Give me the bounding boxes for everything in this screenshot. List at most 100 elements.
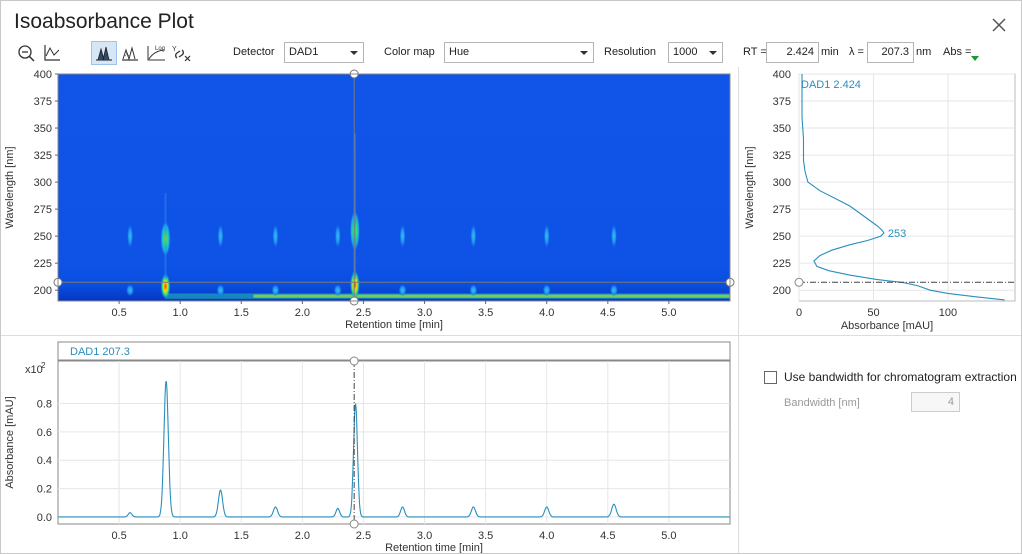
y-tick-label: 0.6 — [37, 427, 52, 439]
minor-peak-streak — [333, 284, 342, 297]
spectrum-plot[interactable]: 0 50 100 200 225 250 275 300 325 350 375 400 253 DAD1… — [739, 67, 1021, 335]
baseline-band — [253, 294, 730, 298]
rt-cursor-handle — [349, 519, 359, 529]
chevron-down-icon — [350, 51, 358, 55]
peaks-outline-icon[interactable] — [117, 41, 143, 65]
x-tick-label: 1.5 — [234, 307, 249, 319]
y-tick-label: 0.2 — [37, 484, 52, 496]
bandwidth-checkbox[interactable] — [764, 370, 777, 384]
resolution-select[interactable]: 1000 — [668, 42, 723, 63]
colormap-select[interactable]: Hue — [444, 42, 594, 63]
x-tick-label: 1.5 — [234, 530, 249, 542]
minor-peak-streak — [334, 224, 341, 249]
series-label: DAD1 2.424 — [801, 79, 861, 91]
x-tick-label: 1.0 — [173, 530, 188, 542]
minor-peak-streak — [126, 284, 135, 297]
isoabsorbance-heatmap[interactable]: 0.5 1.0 1.5 2.0 2.5 3.0 3.5 4.0 4.5 5.0 200 225 250 2… — [1, 67, 738, 335]
y-tick-label: 225 — [34, 258, 52, 270]
y-tick-label: 225 — [773, 258, 791, 270]
heatmap-background — [58, 74, 730, 301]
resolution-label: Resolution — [604, 46, 656, 58]
y-tick-label: 0.4 — [37, 455, 52, 467]
x-tick-label: 4.0 — [539, 307, 554, 319]
x-axis-label: Absorbance [mAU] — [841, 320, 933, 332]
bandwidth-label: Bandwidth [nm] — [784, 397, 860, 409]
rt-input[interactable]: 2.424 — [766, 42, 819, 63]
minor-peak-streak — [272, 224, 279, 249]
colormap-value: Hue — [449, 46, 470, 58]
minor-peak-streak — [127, 224, 134, 249]
x-tick-label: 4.5 — [600, 307, 615, 319]
chromatogram-header — [57, 341, 731, 361]
x-tick-label: 4.5 — [600, 530, 615, 542]
bandwidth-input: 4 — [911, 392, 960, 412]
y-tick-label: 350 — [34, 123, 52, 135]
zoom-out-icon[interactable] — [13, 41, 39, 65]
window-title: Isoabsorbance Plot — [14, 10, 194, 33]
minor-peak-streak — [542, 284, 551, 297]
y-tick-label: 300 — [34, 177, 52, 189]
chromatogram-axes-icon[interactable] — [39, 41, 65, 65]
lambda-input[interactable]: 207.3 — [867, 42, 914, 63]
x-tick-label: 2.0 — [295, 530, 310, 542]
y-tick-label: 200 — [34, 285, 52, 297]
minor-peak-streak — [271, 284, 280, 297]
abs-label: Abs = — [943, 46, 972, 58]
x-tick-label: 0.5 — [111, 530, 126, 542]
minor-peak-streak — [610, 224, 617, 249]
mode-toolbar: Log Y — [91, 41, 195, 65]
y-tick-label: 400 — [773, 69, 791, 81]
svg-text:Y: Y — [172, 46, 177, 53]
x-tick-label: 50 — [867, 307, 879, 319]
minor-peak-streak — [609, 284, 618, 297]
y-tick-label: 325 — [773, 150, 791, 162]
x-tick-label: 100 — [939, 307, 957, 319]
lambda-unit: nm — [916, 46, 932, 58]
y-axis-label: Absorbance [mAU] — [4, 396, 16, 488]
chromatogram-plot[interactable]: DAD1 207.3 0.5 1.0 1.5 2.0 2.5 3.0 3.5 4.0 4.5 5.0… — [1, 336, 738, 553]
y-tick-label: 275 — [34, 204, 52, 216]
y-tick-label: 375 — [34, 96, 52, 108]
x-tick-label: 4.0 — [539, 530, 554, 542]
wavelength-cursor-handle — [794, 277, 804, 287]
isoabsorbance-window: Isoabsorbance Plot Log Y Detector DAD1 C… — [0, 0, 1022, 554]
y-tick-label: 350 — [773, 123, 791, 135]
y-tick-label: 0.8 — [37, 399, 52, 411]
x-tick-label: 2.5 — [356, 307, 371, 319]
x-tick-label: 1.0 — [173, 307, 188, 319]
y-axis-label: Wavelength [nm] — [4, 146, 16, 228]
y-multiplier-exponent: 2 — [41, 361, 46, 370]
y-tick-label: 250 — [34, 231, 52, 243]
chevron-down-icon — [709, 51, 717, 55]
minor-peak-streak — [469, 284, 478, 297]
abs-dropdown-icon[interactable] — [971, 56, 979, 62]
view-toolbar — [13, 41, 65, 65]
y-tick-label: 250 — [773, 231, 791, 243]
bandwidth-checkbox-row[interactable]: Use bandwidth for chromatogram extractio… — [764, 370, 1017, 384]
minor-peak-streak — [470, 224, 477, 249]
detector-label: Detector — [233, 46, 275, 58]
isoabsorbance-peaks-icon[interactable] — [91, 41, 117, 65]
minor-peak-streak — [399, 224, 406, 249]
resolution-value: 1000 — [673, 46, 698, 58]
x-tick-label: 3.5 — [478, 307, 493, 319]
peak-annotation: 253 — [888, 228, 906, 240]
series-label: DAD1 207.3 — [70, 346, 130, 358]
detector-select[interactable]: DAD1 — [284, 42, 364, 63]
x-tick-label: 3.0 — [417, 530, 432, 542]
spectrum-frame — [798, 73, 1016, 302]
minor-peak-streak — [398, 284, 407, 297]
unlink-axes-icon[interactable]: Y — [169, 41, 195, 65]
x-tick-label: 0.5 — [111, 307, 126, 319]
x-tick-label: 3.0 — [417, 307, 432, 319]
x-axis-label: Retention time [min] — [385, 542, 483, 553]
bandwidth-checkbox-label: Use bandwidth for chromatogram extractio… — [784, 370, 1017, 384]
minor-peak-streak — [216, 284, 225, 297]
x-tick-label: 5.0 — [661, 530, 676, 542]
detector-value: DAD1 — [289, 46, 319, 58]
chromatogram-frame — [57, 360, 731, 525]
close-icon[interactable] — [989, 15, 1009, 35]
rt-cursor-handle — [349, 356, 359, 366]
log-scale-icon[interactable]: Log — [143, 41, 169, 65]
y-tick-label: 325 — [34, 150, 52, 162]
